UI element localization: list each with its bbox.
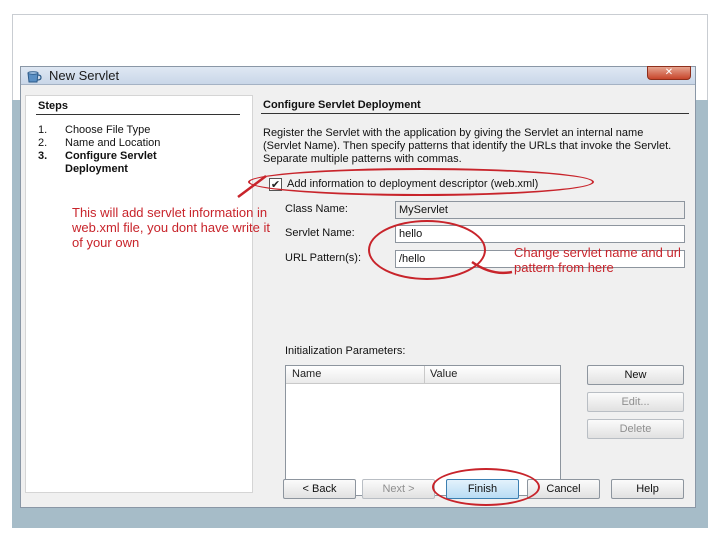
rename-annotation: Change servlet name and url pattern from… bbox=[514, 245, 681, 275]
deployment-annotation: This will add servlet information in web… bbox=[72, 205, 270, 250]
slide: New Servlet ✕ Steps 1. Choose File Type … bbox=[0, 0, 720, 540]
arrow-to-fields bbox=[471, 260, 513, 275]
arrow-to-checkbox bbox=[237, 175, 267, 198]
